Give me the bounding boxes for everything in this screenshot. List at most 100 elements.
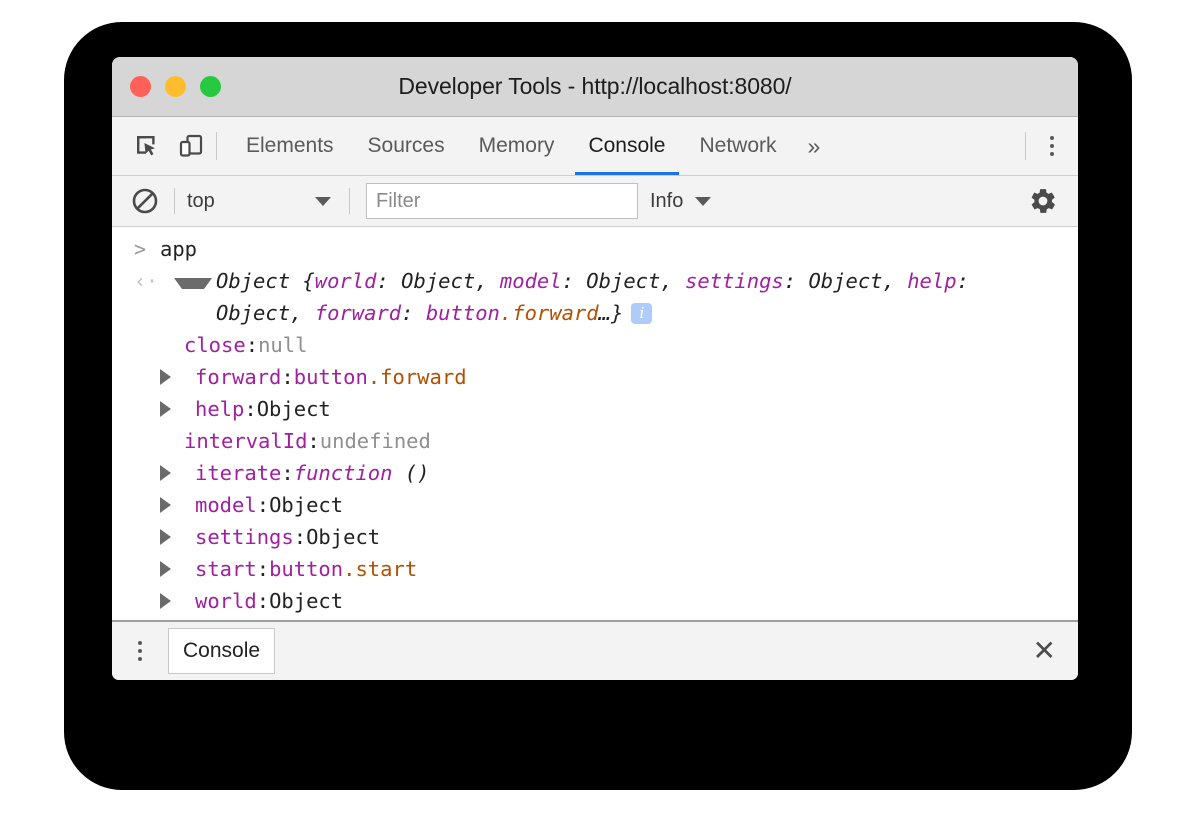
property-separator: : [257, 553, 269, 585]
devtools-tabbar: Elements Sources Memory Console Network … [112, 117, 1078, 176]
property-row[interactable]: close: null [112, 329, 1078, 361]
property-separator: : [244, 393, 256, 425]
expand-triangle-right-icon[interactable] [160, 465, 189, 481]
drawer-menu-kebab-icon[interactable] [112, 641, 168, 661]
close-window-button[interactable] [130, 76, 151, 97]
property-separator: : [281, 361, 293, 393]
window-controls [130, 76, 221, 97]
preview-segment: model [500, 269, 562, 293]
property-row[interactable]: start: button.start [112, 553, 1078, 585]
tab-console-label: Console [588, 134, 665, 158]
expand-triangle-right-icon[interactable] [160, 369, 189, 385]
property-value: Object [269, 489, 343, 521]
preview-segment: .forward [500, 301, 599, 325]
close-drawer-icon[interactable]: ✕ [1033, 637, 1056, 665]
tab-network-label: Network [700, 134, 777, 158]
property-value: undefined [320, 425, 431, 457]
tab-sources-label: Sources [368, 134, 445, 158]
property-separator: : [330, 617, 342, 620]
expand-triangle-right-icon[interactable] [160, 401, 189, 417]
property-separator: : [257, 489, 269, 521]
property-value: null [258, 329, 307, 361]
property-value: button.start [269, 553, 417, 585]
console-toolbar: top Info [112, 176, 1078, 227]
tab-elements[interactable]: Elements [229, 117, 351, 175]
property-value: Object [257, 393, 331, 425]
chevron-down-icon [315, 197, 331, 206]
tabbar-right-icons [1025, 117, 1078, 175]
tab-memory[interactable]: Memory [462, 117, 572, 175]
expand-triangle-right-icon[interactable] [160, 529, 189, 545]
minimize-window-button[interactable] [165, 76, 186, 97]
property-separator: : [307, 425, 319, 457]
execution-context-select[interactable]: top [187, 190, 337, 213]
drawer-tab-console-label: Console [183, 639, 260, 663]
window-titlebar: Developer Tools - http://localhost:8080/ [112, 57, 1078, 117]
console-result-line: ‹· Object {world: Object, model: Object,… [112, 265, 1078, 329]
preview-segment: world [315, 269, 377, 293]
info-badge-icon[interactable]: i [631, 303, 652, 324]
tab-sources[interactable]: Sources [351, 117, 462, 175]
expand-triangle-right-icon[interactable] [160, 497, 189, 513]
drawer-tab-console[interactable]: Console [168, 628, 275, 674]
log-level-select[interactable]: Info [650, 190, 796, 213]
gear-icon[interactable] [1026, 184, 1060, 218]
inspect-element-icon[interactable] [132, 131, 162, 161]
preview-segment: button [426, 301, 500, 325]
property-separator: : [294, 521, 306, 553]
console-settings-area [1026, 184, 1060, 218]
preview-segment: forward [315, 301, 401, 325]
console-drawer: Console ✕ [112, 620, 1078, 680]
property-value: button.forward [294, 361, 467, 393]
property-name: settings [195, 521, 294, 553]
property-name: start [195, 553, 257, 585]
expand-triangle-right-icon[interactable] [160, 593, 189, 609]
tab-network[interactable]: Network [683, 117, 794, 175]
object-preview-text: Object {world: Object, model: Object, se… [216, 265, 1061, 329]
preview-segment: …} [599, 301, 624, 325]
toolbar-divider-2 [349, 188, 350, 214]
device-toolbar-icon[interactable] [176, 131, 206, 161]
preview-segment: help [907, 269, 956, 293]
property-name: world [195, 585, 257, 617]
property-name: intervalId [184, 425, 307, 457]
maximize-window-button[interactable] [200, 76, 221, 97]
console-output[interactable]: > app ‹· Object {world: Object, model: O… [112, 227, 1078, 620]
filter-input[interactable] [366, 183, 638, 219]
clear-console-icon[interactable] [128, 184, 162, 218]
expand-triangle-right-icon[interactable] [160, 561, 189, 577]
tab-console[interactable]: Console [571, 117, 682, 175]
tabbar-left-icons [112, 117, 216, 175]
preview-segment: : Object, [562, 269, 685, 293]
property-row[interactable]: help: Object [112, 393, 1078, 425]
object-preview-row[interactable]: Object {world: Object, model: Object, se… [160, 265, 1061, 329]
more-tabs-icon[interactable]: » [794, 117, 835, 175]
property-row[interactable]: model: Object [112, 489, 1078, 521]
log-level-value: Info [650, 190, 683, 213]
expand-triangle-down-icon[interactable] [174, 278, 212, 289]
preview-segment: : Object, [376, 269, 499, 293]
preview-segment: Object { [216, 269, 315, 293]
tab-elements-label: Elements [246, 134, 334, 158]
property-row[interactable]: forward: button.forward [112, 361, 1078, 393]
prompt-marker: > [134, 233, 160, 265]
toolbar-divider-1 [174, 188, 175, 214]
property-value: Object [342, 617, 416, 620]
property-row[interactable]: iterate: function () [112, 457, 1078, 489]
execution-context-value: top [187, 190, 303, 213]
tab-memory-label: Memory [479, 134, 555, 158]
property-name: __proto__ [195, 617, 330, 620]
property-separator: : [281, 457, 293, 489]
preview-segment: : [401, 301, 426, 325]
window-title: Developer Tools - http://localhost:8080/ [112, 73, 1078, 100]
property-row[interactable]: settings: Object [112, 521, 1078, 553]
main-menu-kebab-icon[interactable] [1026, 117, 1078, 175]
property-separator: : [246, 329, 258, 361]
property-value: function () [294, 457, 430, 489]
property-row[interactable]: __proto__: Object [112, 617, 1078, 620]
object-property-list: close: nullforward: button.forwardhelp: … [112, 329, 1078, 620]
property-row[interactable]: intervalId: undefined [112, 425, 1078, 457]
property-row[interactable]: world: Object [112, 585, 1078, 617]
property-name: close [184, 329, 246, 361]
property-name: help [195, 393, 244, 425]
